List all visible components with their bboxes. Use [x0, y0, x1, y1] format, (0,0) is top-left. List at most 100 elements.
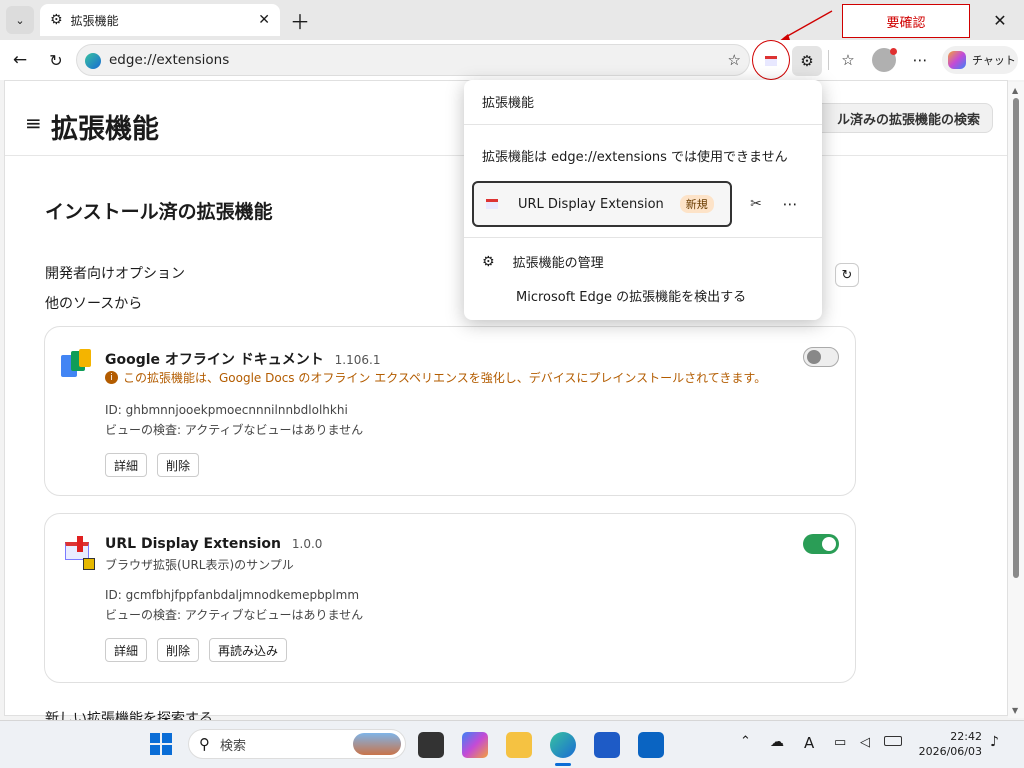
close-tab-icon[interactable]: ✕ [258, 12, 270, 28]
ime-mode[interactable]: A [804, 734, 814, 752]
enable-toggle[interactable] [803, 534, 839, 554]
new-tab-button[interactable]: ＋ [288, 8, 312, 34]
menu-icon[interactable]: ≡ [25, 111, 42, 135]
file-explorer-icon[interactable] [506, 732, 532, 758]
battery-icon[interactable] [884, 736, 902, 746]
toggle-knob [807, 350, 821, 364]
remove-button[interactable]: 削除 [157, 638, 200, 662]
tab-title: 拡張機能 [70, 13, 119, 28]
chevron-down-icon: ⌄ [15, 13, 25, 27]
annotation-circle [752, 40, 790, 80]
volume-muted-icon[interactable]: ◁ [860, 735, 870, 750]
clock[interactable]: 22:42 2026/06/03 [914, 729, 982, 759]
extension-name-text: Google オフライン ドキュメント [105, 352, 324, 368]
annotation-label: 要確認 [886, 15, 926, 31]
extensions-button[interactable]: ⚙ [792, 46, 822, 76]
sync-off-icon[interactable]: ☁ [770, 734, 784, 750]
more-actions-icon[interactable]: ⋯ [778, 192, 802, 216]
taskbar-search-placeholder: 検索 [220, 738, 247, 754]
address-bar[interactable]: edge://extensions ☆ [76, 44, 750, 76]
search-placeholder: ル済みの拡張機能の検索 [836, 112, 980, 128]
warning-text: この拡張機能は、Google Docs のオフライン エクスペリエンスを強化し、… [123, 371, 767, 385]
warning-message: i この拡張機能は、Google Docs のオフライン エクスペリエンスを強化… [105, 369, 766, 386]
remove-button[interactable]: 削除 [157, 453, 200, 477]
manage-extensions-item[interactable]: ⚙ 拡張機能の管理 [482, 252, 604, 272]
tab-actions-button[interactable]: ⌄ [6, 6, 34, 34]
extensions-menu: 拡張機能 拡張機能は edge://extensions では使用できません U… [464, 80, 822, 320]
copilot-chat-button[interactable]: チャット [942, 46, 1018, 74]
section-title: インストール済の拡張機能 [45, 201, 273, 223]
url-display-extension-icon [65, 536, 95, 570]
other-sources-label: 他のソースから [45, 296, 143, 312]
inspect-views: ビューの検査: アクティブなビューはありません [105, 608, 364, 622]
tab-bar: ⌄ ⚙ 拡張機能 ✕ ＋ 要確認 ✕ [0, 0, 1024, 40]
refresh-icon[interactable]: ↻ [44, 48, 68, 72]
task-view-icon[interactable] [418, 732, 444, 758]
favorite-star-icon[interactable]: ☆ [728, 51, 741, 69]
puzzle-icon: ⚙ [50, 12, 63, 28]
popup-title: 拡張機能 [482, 96, 535, 111]
popup-divider [464, 124, 822, 125]
extension-name: URL Display Extension 1.0.0 [105, 536, 322, 552]
windows-start-icon[interactable] [150, 733, 172, 755]
pin-icon[interactable]: ✂ [744, 192, 768, 216]
search-icon: ⚲ [199, 735, 210, 753]
popup-divider [464, 237, 822, 238]
puzzle-icon: ⚙ [482, 253, 495, 270]
manage-extensions-label: 拡張機能の管理 [512, 256, 604, 271]
inspect-views: ビューの検査: アクティブなビューはありません [105, 423, 364, 437]
active-app-indicator [555, 763, 571, 766]
address-text: edge://extensions [109, 52, 230, 68]
extension-name-text: URL Display Extension [105, 536, 281, 552]
extension-id: ID: gcmfbhjfppfanbdaljmnodkemepbplmm [105, 588, 360, 602]
puzzle-icon: ⚙ [800, 52, 814, 70]
details-button[interactable]: 詳細 [105, 638, 148, 662]
developer-options-label: 開発者向けオプション [45, 266, 185, 282]
scrollbar-down-arrow[interactable]: ▼ [1012, 706, 1018, 715]
reload-button[interactable]: 再読み込み [209, 638, 288, 662]
extension-name: Google オフライン ドキュメント 1.106.1 [105, 349, 380, 369]
scrollbar-up-arrow[interactable]: ▲ [1012, 86, 1018, 95]
edge-icon [85, 53, 101, 69]
clock-date: 2026/06/03 [918, 745, 982, 758]
extension-version: 1.0.0 [291, 537, 323, 551]
clock-time: 22:42 [950, 730, 982, 743]
scrollbar-thumb[interactable] [1013, 98, 1019, 578]
edge-taskbar-icon[interactable] [550, 732, 576, 758]
more-icon[interactable]: ⋯ [908, 48, 932, 72]
extension-menu-item[interactable]: URL Display Extension 新規 [472, 181, 732, 227]
extension-description: ブラウザ拡張(URL表示)のサンプル [105, 558, 294, 572]
toolbar-divider [828, 50, 829, 70]
m365-copilot-icon[interactable] [462, 732, 488, 758]
toggle-knob [822, 537, 836, 551]
show-hidden-icons-icon[interactable]: ⌃ [740, 734, 751, 749]
page-title: 拡張機能 [51, 114, 159, 145]
search-highlight-image [353, 733, 401, 755]
extension-card: URL Display Extension 1.0.0 ブラウザ拡張(URL表示… [44, 513, 856, 683]
window-close-button[interactable]: ✕ [986, 6, 1014, 34]
details-button[interactable]: 詳細 [105, 453, 148, 477]
extension-id: ID: ghbmnnjooekpmoecnnnilnnbdlolhkhi [105, 403, 348, 417]
info-icon: i [105, 371, 118, 384]
enable-toggle[interactable] [803, 347, 839, 367]
update-icon[interactable]: ↻ [835, 263, 859, 287]
outlook-icon[interactable] [638, 732, 664, 758]
tab-extensions[interactable]: ⚙ 拡張機能 ✕ [40, 4, 280, 36]
back-icon[interactable]: ← [8, 48, 32, 72]
network-icon[interactable]: ▭ [834, 735, 846, 750]
extension-icon [486, 199, 498, 209]
chat-label: チャット [972, 54, 1016, 67]
taskbar-search[interactable]: ⚲ 検索 [188, 729, 406, 759]
extension-card: Google オフライン ドキュメント 1.106.1 i この拡張機能は、Go… [44, 326, 856, 496]
extension-menu-item-name: URL Display Extension [518, 196, 664, 212]
google-docs-offline-icon [61, 349, 93, 381]
profile-notification-dot [890, 48, 897, 55]
microsoft-store-icon[interactable] [594, 732, 620, 758]
page-scrollbar[interactable]: ▲ ▼ [1008, 82, 1024, 718]
extension-version: 1.106.1 [334, 353, 381, 367]
notification-bell-icon[interactable]: ♪ [990, 734, 999, 750]
new-badge: 新規 [679, 195, 714, 213]
discover-extensions-item[interactable]: Microsoft Edge の拡張機能を検出する [516, 286, 746, 305]
annotation-box: 要確認 [842, 4, 970, 38]
favorites-icon[interactable]: ☆ [836, 48, 860, 72]
